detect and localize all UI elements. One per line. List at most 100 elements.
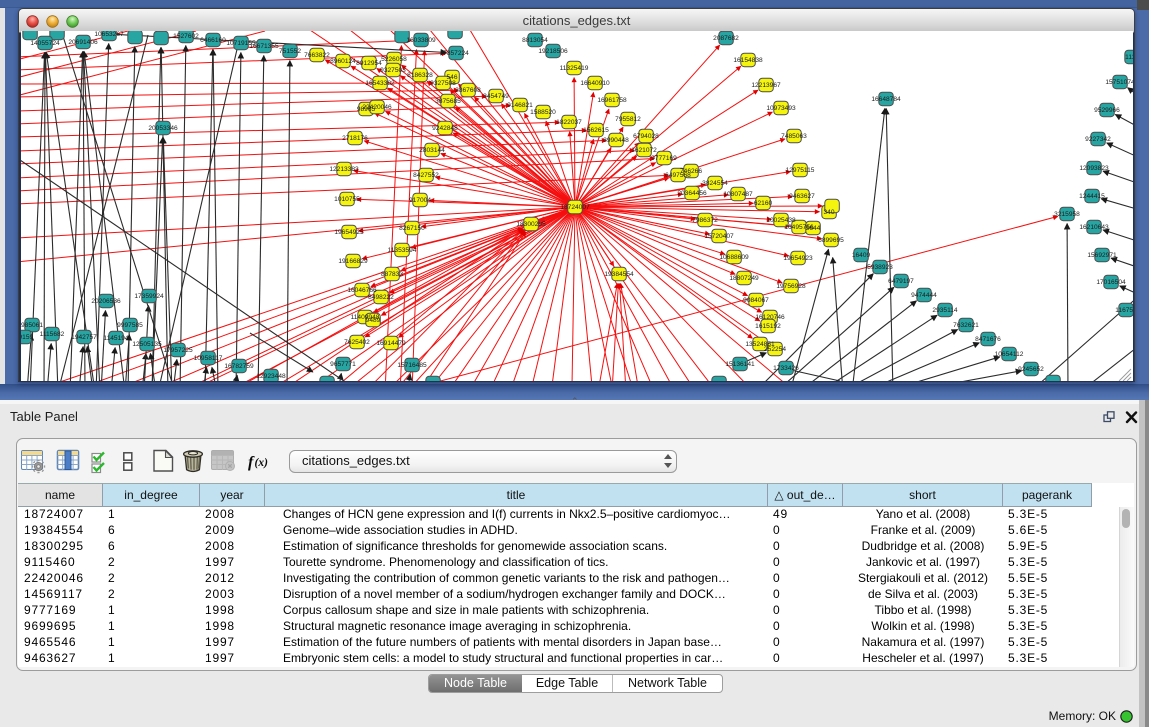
svg-text:10958117: 10958117	[194, 355, 223, 362]
svg-text:9327503: 9327503	[380, 67, 406, 74]
svg-text:11353594: 11353594	[388, 247, 417, 254]
svg-text:9474444: 9474444	[911, 292, 937, 299]
svg-text:19654923: 19654923	[783, 255, 813, 262]
svg-text:8990448: 8990448	[603, 137, 629, 144]
svg-text:8912954: 8912954	[356, 60, 382, 67]
svg-text:19384554: 19384554	[604, 271, 634, 278]
svg-text:16210643: 16210643	[1079, 224, 1109, 231]
svg-text:7632621: 7632621	[953, 322, 979, 329]
svg-text:12213383: 12213383	[329, 166, 359, 173]
svg-text:16961758: 16961758	[597, 97, 627, 104]
svg-text:19166829: 19166829	[338, 258, 368, 265]
svg-text:11325419: 11325419	[560, 65, 589, 72]
svg-text:16914479: 16914479	[376, 340, 406, 347]
svg-text:16648784: 16648784	[871, 96, 901, 103]
svg-text:8471676: 8471676	[975, 336, 1001, 343]
svg-text:22420046: 22420046	[362, 104, 392, 111]
svg-text:9146821: 9146821	[507, 102, 533, 109]
svg-text:14055724: 14055724	[30, 40, 60, 47]
svg-text:751552: 751552	[279, 48, 301, 55]
svg-text:116753: 116753	[1115, 307, 1133, 314]
svg-text:10654112: 10654112	[995, 351, 1024, 358]
svg-text:16120746: 16120746	[755, 314, 785, 321]
svg-text:18300295: 18300295	[516, 221, 546, 228]
svg-text:10807487: 10807487	[723, 191, 753, 198]
svg-text:17359924: 17359924	[134, 293, 164, 300]
svg-text:10688609: 10688609	[719, 254, 749, 261]
svg-text:6466160: 6466160	[200, 37, 226, 44]
svg-text:2803144: 2803144	[419, 147, 445, 154]
svg-text:10025438: 10025438	[766, 217, 796, 224]
svg-text:7625402: 7625402	[344, 339, 370, 346]
svg-text:12093823: 12093823	[1079, 165, 1109, 172]
svg-text:12923448: 12923448	[256, 373, 286, 380]
svg-text:1010755: 1010755	[334, 196, 360, 203]
svg-text:7485063: 7485063	[781, 133, 807, 140]
svg-text:5938923: 5938923	[867, 264, 893, 271]
svg-text:62160: 62160	[754, 200, 773, 207]
svg-text:16046766: 16046766	[347, 287, 377, 294]
svg-text:16782759: 16782759	[224, 363, 254, 370]
svg-text:19654925: 19654925	[334, 229, 364, 236]
svg-text:8427552: 8427552	[413, 172, 439, 179]
svg-text:7857224: 7857224	[443, 50, 469, 57]
svg-text:6479197: 6479197	[888, 278, 914, 285]
svg-text:5644: 5644	[806, 225, 821, 232]
svg-text:10973493: 10973493	[766, 105, 796, 112]
svg-text:16671355: 16671355	[249, 43, 279, 50]
svg-text:917004: 917004	[409, 197, 431, 204]
svg-text:8498222: 8498222	[368, 294, 394, 301]
svg-text:9245652: 9245652	[1018, 366, 1044, 373]
svg-text:9529966: 9529966	[1094, 107, 1120, 114]
svg-text:8186328: 8186328	[407, 72, 433, 79]
svg-text:746266: 746266	[680, 168, 702, 175]
svg-text:20691406: 20691406	[68, 39, 98, 46]
svg-text:9463627: 9463627	[789, 193, 815, 200]
svg-text:15751074: 15751074	[1105, 79, 1133, 86]
svg-text:17957225: 17957225	[163, 347, 193, 354]
svg-text:1115682: 1115682	[40, 331, 65, 338]
svg-text:7663822: 7663822	[304, 52, 330, 59]
svg-text:7955812: 7955812	[615, 116, 641, 123]
svg-text:16154838: 16154838	[733, 57, 763, 64]
svg-text:2087682: 2087682	[713, 35, 739, 42]
svg-text:887833: 887833	[381, 271, 403, 278]
svg-text:6899695: 6899695	[818, 237, 844, 244]
svg-text:1588520: 1588520	[530, 109, 556, 116]
svg-text:5226058: 5226058	[381, 56, 407, 63]
svg-text:(x): (x)	[255, 457, 269, 469]
svg-text:15136141: 15136141	[725, 361, 755, 368]
svg-text:1621072: 1621072	[631, 147, 657, 154]
svg-text:12975115: 12975115	[786, 167, 815, 174]
svg-text:9327508: 9327508	[430, 80, 456, 87]
svg-text:9084067: 9084067	[743, 297, 769, 304]
svg-text:1145194: 1145194	[103, 335, 129, 342]
svg-text:20206536: 20206536	[91, 298, 121, 305]
svg-text:17016504: 17016504	[1096, 279, 1126, 286]
svg-text:10653267: 10653267	[94, 31, 124, 38]
svg-text:3215958: 3215958	[1054, 211, 1080, 218]
svg-text:3875685: 3875685	[435, 98, 461, 105]
svg-text:18724007: 18724007	[560, 204, 590, 211]
svg-text:9242848: 9242848	[432, 125, 458, 132]
svg-text:12213967: 12213967	[751, 82, 781, 89]
svg-text:985061: 985061	[21, 322, 43, 329]
svg-text:15720407: 15720407	[704, 233, 734, 240]
svg-text:2935114: 2935114	[932, 307, 958, 314]
svg-text:15692971: 15692971	[1087, 252, 1117, 259]
svg-text:1562615: 1562615	[583, 127, 609, 134]
svg-text:9227342: 9227342	[1085, 136, 1111, 143]
svg-text:252254: 252254	[764, 346, 786, 353]
svg-text:9489: 9489	[366, 317, 381, 324]
svg-text:15716485: 15716485	[397, 362, 427, 369]
svg-text:1244415: 1244415	[1079, 193, 1105, 200]
svg-text:16543382: 16543382	[365, 80, 395, 87]
svg-text:16640910: 16640910	[580, 80, 610, 87]
svg-text:16033809: 16033809	[406, 37, 436, 44]
svg-text:1527602: 1527602	[173, 33, 199, 40]
svg-text:7986372: 7986372	[692, 217, 718, 224]
svg-text:8267150: 8267150	[399, 225, 425, 232]
svg-text:6794028: 6794028	[633, 133, 659, 140]
svg-text:1942757: 1942757	[71, 334, 97, 341]
svg-text:1822037: 1822037	[556, 119, 582, 126]
